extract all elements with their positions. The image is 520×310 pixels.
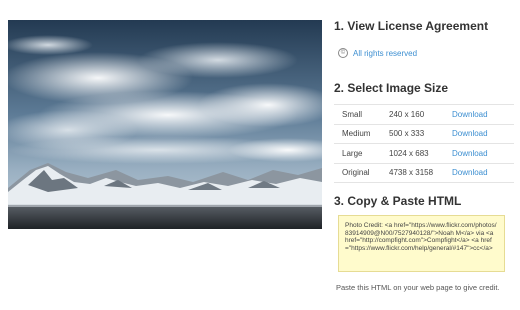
size-table: Small 240 x 160 Download Medium 500 x 33… [334, 104, 514, 183]
download-small-link[interactable]: Download [452, 104, 514, 125]
size-dims: 4738 x 3158 [389, 163, 452, 183]
size-name: Large [334, 143, 389, 164]
copy-hint: Paste this HTML on your web page to give… [336, 283, 500, 292]
download-large-link[interactable]: Download [452, 143, 514, 164]
size-row-medium: Medium 500 x 333 Download [334, 124, 514, 144]
size-row-original: Original 4738 x 3158 Download [334, 163, 514, 183]
size-dims: 500 x 333 [389, 124, 452, 144]
photo-image [8, 20, 322, 229]
download-medium-link[interactable]: Download [452, 124, 514, 144]
license-link[interactable]: © All rights reserved [338, 48, 417, 58]
download-original-link[interactable]: Download [452, 163, 514, 183]
size-name: Medium [334, 124, 389, 144]
copy-heading: 3. Copy & Paste HTML [334, 194, 462, 208]
size-name: Small [334, 104, 389, 125]
license-heading: 1. View License Agreement [334, 19, 489, 33]
size-row-small: Small 240 x 160 Download [334, 104, 514, 125]
photo [8, 20, 322, 229]
size-name: Original [334, 163, 389, 183]
size-row-large: Large 1024 x 683 Download [334, 143, 514, 164]
credit-code-box[interactable]: Photo Credit: <a href="https://www.flick… [338, 215, 505, 272]
copyright-icon: © [338, 48, 348, 58]
size-heading: 2. Select Image Size [334, 81, 449, 95]
size-dims: 1024 x 683 [389, 143, 452, 164]
size-dims: 240 x 160 [389, 104, 452, 125]
license-text: All rights reserved [353, 48, 418, 58]
